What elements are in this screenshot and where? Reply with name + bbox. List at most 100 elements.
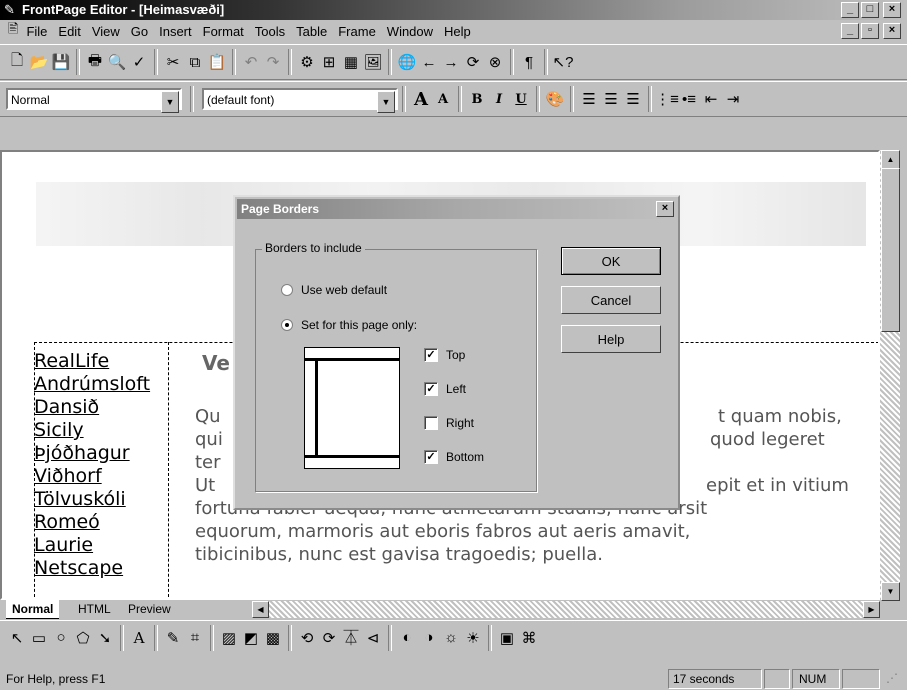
scroll-thumb[interactable] [881, 168, 900, 332]
decrease-indent-icon[interactable]: ⇤ [700, 88, 722, 110]
top-checkbox[interactable]: ✓ [424, 348, 438, 362]
nav-link[interactable]: Tölvuskóli [34, 488, 150, 511]
resize-grip-icon[interactable]: ⋰ [886, 671, 898, 685]
redo-icon[interactable]: ↷ [262, 51, 284, 73]
nav-link[interactable]: Sicily [34, 419, 150, 442]
menu-file[interactable]: File [26, 24, 47, 39]
mirror-icon[interactable]: ⊲ [362, 627, 384, 649]
nav-link[interactable]: RealLife [34, 350, 150, 373]
scroll-right-button[interactable]: ▶ [863, 601, 880, 618]
option-use-web-default[interactable]: Use web default [281, 283, 387, 297]
maximize-button[interactable]: □ [861, 2, 879, 18]
nav-link[interactable]: Laurie [34, 534, 150, 557]
highlight-icon[interactable]: ➘ [94, 627, 116, 649]
right-checkbox[interactable] [424, 416, 438, 430]
rectangle-icon[interactable]: ▭ [28, 627, 50, 649]
radio-set-page[interactable] [281, 319, 293, 331]
nav-link[interactable]: Viðhorf [34, 465, 150, 488]
cancel-button[interactable]: Cancel [561, 286, 661, 314]
save-icon[interactable]: 💾 [50, 51, 72, 73]
back-icon[interactable]: ← [418, 51, 440, 73]
menu-format[interactable]: Format [203, 24, 244, 39]
vertical-scrollbar[interactable]: ▲ ▼ [880, 150, 900, 601]
nav-link[interactable]: Romeó [34, 511, 150, 534]
show-paragraph-icon[interactable]: ¶ [518, 51, 540, 73]
ok-button[interactable]: OK [561, 247, 661, 275]
increase-indent-icon[interactable]: ⇥ [722, 88, 744, 110]
numbered-list-icon[interactable]: ⋮≡ [655, 88, 679, 110]
open-icon[interactable]: 📂 [28, 51, 50, 73]
crop-icon[interactable]: ⌗ [184, 627, 206, 649]
align-center-icon[interactable]: ☰ [600, 88, 622, 110]
resample-icon[interactable]: ⌘ [518, 627, 540, 649]
webbot-icon[interactable]: ⚙ [296, 51, 318, 73]
scroll-down-button[interactable]: ▼ [881, 582, 900, 601]
cut-icon[interactable]: ✂ [162, 51, 184, 73]
underline-button[interactable]: U [510, 88, 532, 110]
checkbox-bottom[interactable]: ✓ Bottom [424, 450, 484, 464]
radio-use-default[interactable] [281, 284, 293, 296]
bulleted-list-icon[interactable]: •≡ [678, 88, 700, 110]
bevel-icon[interactable]: ▣ [496, 627, 518, 649]
doc-close-button[interactable]: × [883, 23, 901, 39]
font-dropdown-icon[interactable]: ▼ [377, 91, 395, 113]
pencil-icon[interactable]: ✎ [162, 627, 184, 649]
style-dropdown-icon[interactable]: ▼ [161, 91, 179, 113]
doc-restore-button[interactable]: ▫ [861, 23, 879, 39]
menu-window[interactable]: Window [387, 24, 433, 39]
bottom-checkbox[interactable]: ✓ [424, 450, 438, 464]
horizontal-scrollbar[interactable]: ◀ ▶ [252, 601, 880, 618]
dialog-close-button[interactable]: × [656, 201, 674, 217]
bw-icon[interactable]: ▩ [262, 627, 284, 649]
more-contrast-icon[interactable]: ◐ [396, 627, 418, 649]
tab-preview[interactable]: Preview [122, 600, 177, 618]
nav-link[interactable]: Netscape [34, 557, 150, 580]
align-left-icon[interactable]: ☰ [578, 88, 600, 110]
paste-icon[interactable]: 📋 [206, 51, 228, 73]
tab-html[interactable]: HTML [72, 600, 117, 618]
text-color-icon[interactable]: 🎨 [544, 88, 566, 110]
transparent-icon[interactable]: ▨ [218, 627, 240, 649]
refresh-icon[interactable]: ⟳ [462, 51, 484, 73]
scroll-left-button[interactable]: ◀ [252, 601, 269, 618]
washout-icon[interactable]: ◩ [240, 627, 262, 649]
italic-button[interactable]: I [488, 88, 510, 110]
insert-image-icon[interactable]: 🖼 [362, 51, 384, 73]
scroll-up-button[interactable]: ▲ [881, 150, 900, 169]
increase-font-icon[interactable]: A [410, 88, 432, 110]
rotate-right-icon[interactable]: ⟳ [318, 627, 340, 649]
print-preview-icon[interactable]: 🔍 [106, 51, 128, 73]
menu-table[interactable]: Table [296, 24, 327, 39]
spelling-icon[interactable]: ✓ [128, 51, 150, 73]
decrease-font-icon[interactable]: A [432, 88, 454, 110]
more-brightness-icon[interactable]: ☼ [440, 627, 462, 649]
undo-icon[interactable]: ↶ [240, 51, 262, 73]
stop-icon[interactable]: ⊗ [484, 51, 506, 73]
minimize-button[interactable]: _ [841, 2, 859, 18]
insert-table-icon[interactable]: ⊞ [318, 51, 340, 73]
menu-frame[interactable]: Frame [338, 24, 376, 39]
menu-help[interactable]: Help [444, 24, 471, 39]
rotate-left-icon[interactable]: ⟲ [296, 627, 318, 649]
menu-go[interactable]: Go [131, 24, 148, 39]
copy-icon[interactable]: ⧉ [184, 51, 206, 73]
nav-link[interactable]: Þjóðhagur [34, 442, 150, 465]
flip-icon[interactable]: ⏄ [340, 627, 362, 649]
tab-normal[interactable]: Normal [6, 600, 60, 619]
menu-insert[interactable]: Insert [159, 24, 192, 39]
bold-button[interactable]: B [466, 88, 488, 110]
option-set-page[interactable]: Set for this page only: [281, 318, 417, 332]
polygon-icon[interactable]: ⬠ [72, 627, 94, 649]
insert-grid-icon[interactable]: ▦ [340, 51, 362, 73]
align-right-icon[interactable]: ☰ [622, 88, 644, 110]
circle-icon[interactable]: ○ [50, 627, 72, 649]
menu-edit[interactable]: Edit [58, 24, 80, 39]
select-icon[interactable]: ↖ [6, 627, 28, 649]
menu-tools[interactable]: Tools [255, 24, 285, 39]
help-pointer-icon[interactable]: ↖? [552, 51, 574, 73]
forward-icon[interactable]: → [440, 51, 462, 73]
close-button[interactable]: × [883, 2, 901, 18]
less-brightness-icon[interactable]: ☀ [462, 627, 484, 649]
new-page-icon[interactable]: 🗋 [6, 51, 28, 73]
less-contrast-icon[interactable]: ◑ [418, 627, 440, 649]
